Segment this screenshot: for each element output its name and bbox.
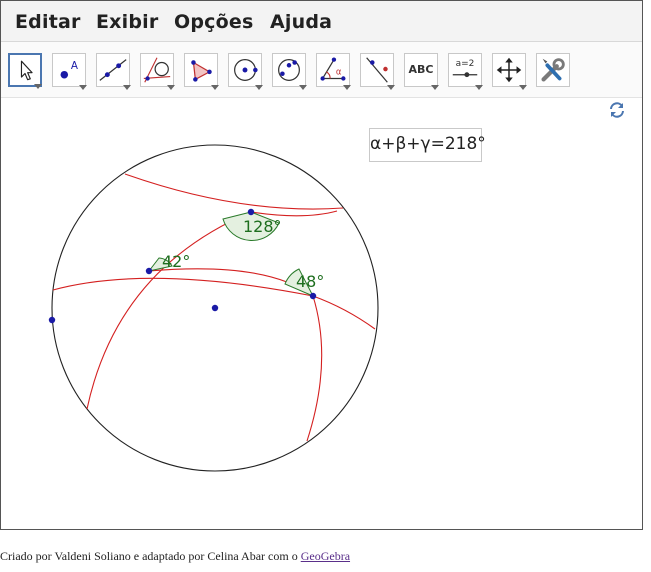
polygon-tool-button[interactable]	[184, 53, 219, 90]
text-tool-label: ABC	[408, 63, 434, 76]
move-tool-button[interactable]	[8, 53, 42, 89]
wrench-screwdriver-icon	[541, 58, 565, 82]
tool-dropdown-icon[interactable]	[34, 84, 42, 89]
arc-left[interactable]	[86, 210, 338, 410]
tool-dropdown-icon[interactable]	[475, 85, 483, 90]
angle-sum-text-box[interactable]: α+β+γ=218°	[369, 128, 486, 162]
point-left[interactable]	[145, 267, 153, 275]
svg-text:A: A	[71, 60, 78, 72]
angle-label-128[interactable]: 128°	[243, 217, 282, 236]
circle-center-tool-button[interactable]	[228, 53, 263, 90]
tool-dropdown-icon[interactable]	[123, 85, 131, 90]
geogebra-applet: Editar Exibir Opções Ajuda A α ABC a=2 α…	[0, 0, 643, 530]
tool-dropdown-icon[interactable]	[167, 85, 175, 90]
circle-center-point[interactable]	[211, 304, 219, 312]
point-right[interactable]	[309, 292, 317, 300]
polygon-icon	[191, 60, 212, 82]
angle-label-42[interactable]: 42°	[162, 252, 190, 271]
menu-bar: Editar Exibir Opções Ajuda	[1, 1, 642, 42]
arc-top[interactable]	[124, 173, 344, 210]
arc-horizontal[interactable]	[52, 277, 376, 330]
arc-right[interactable]	[148, 268, 323, 442]
toolbar: A α ABC a=2	[1, 42, 642, 98]
tool-dropdown-icon[interactable]	[255, 85, 263, 90]
settings-tool-button[interactable]	[536, 53, 570, 87]
reflect-tool-button[interactable]	[360, 53, 395, 90]
angle-sum-formula: α+β+γ=218°	[370, 134, 486, 154]
slider-icon	[452, 72, 478, 78]
line-icon	[99, 59, 127, 81]
menu-opcoes[interactable]: Opções	[174, 11, 253, 33]
cursor-arrow-icon	[20, 60, 33, 81]
svg-text:α: α	[336, 67, 342, 77]
circle-center-icon	[234, 59, 258, 81]
menu-editar[interactable]: Editar	[15, 11, 81, 33]
tool-dropdown-icon[interactable]	[431, 85, 439, 90]
point-icon: A	[60, 60, 78, 79]
point-top[interactable]	[247, 208, 255, 216]
geogebra-link[interactable]: GeoGebra	[301, 549, 350, 563]
move-arrows-icon	[496, 57, 522, 83]
circle-three-points-tool-button[interactable]	[272, 53, 307, 90]
text-tool-button[interactable]: ABC	[404, 53, 439, 90]
slider-tool-button[interactable]: a=2	[448, 53, 483, 90]
graphics-view[interactable]	[1, 99, 642, 529]
tool-dropdown-icon[interactable]	[519, 85, 527, 90]
point-on-circle[interactable]	[48, 316, 56, 324]
tool-dropdown-icon[interactable]	[299, 85, 307, 90]
line-tool-button[interactable]	[96, 53, 131, 90]
move-graphics-view-tool-button[interactable]	[492, 53, 527, 90]
tangent-icon	[143, 57, 171, 83]
tool-dropdown-icon[interactable]	[387, 85, 395, 90]
angle-tool-button[interactable]: α	[316, 53, 351, 90]
footer-credit: Criado por Valdeni Soliano e adaptado po…	[0, 549, 350, 564]
angle-label-48[interactable]: 48°	[296, 272, 324, 291]
footer-text: Criado por Valdeni Soliano e adaptado po…	[0, 549, 298, 563]
reflect-line-icon	[366, 57, 388, 83]
tangent-tool-button[interactable]	[140, 53, 175, 90]
tool-dropdown-icon[interactable]	[343, 85, 351, 90]
circle-three-points-icon	[278, 59, 300, 81]
tool-dropdown-icon[interactable]	[211, 85, 219, 90]
angle-icon: α	[320, 57, 346, 81]
point-tool-button[interactable]: A	[52, 53, 87, 90]
tool-dropdown-icon[interactable]	[79, 85, 87, 90]
menu-ajuda[interactable]: Ajuda	[270, 11, 332, 33]
menu-exibir[interactable]: Exibir	[96, 11, 158, 33]
